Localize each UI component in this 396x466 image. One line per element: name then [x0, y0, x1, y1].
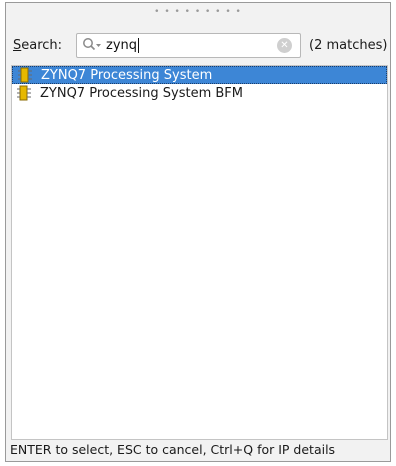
match-count: (2 matches): [309, 37, 388, 53]
status-bar: ENTER to select, ESC to cancel, Ctrl+Q f…: [6, 437, 390, 461]
search-input[interactable]: zynq ✕: [76, 32, 301, 58]
drag-handle[interactable]: • • • • • • • • •: [6, 7, 390, 17]
result-label: ZYNQ7 Processing System BFM: [40, 85, 243, 101]
results-list[interactable]: ZYNQ7 Processing System ZYNQ7 Processing…: [11, 65, 388, 440]
result-label: ZYNQ7 Processing System: [41, 67, 213, 83]
search-label-text: earch:: [21, 37, 63, 53]
status-text: ENTER to select, ESC to cancel, Ctrl+Q f…: [10, 441, 336, 457]
search-icon[interactable]: [82, 36, 102, 54]
ip-catalog-popup: • • • • • • • • • Search: zynq ✕ (2 matc…: [5, 2, 391, 462]
result-item[interactable]: ZYNQ7 Processing System BFM: [12, 84, 387, 102]
clear-icon[interactable]: ✕: [277, 37, 292, 53]
ip-core-icon: [16, 85, 34, 101]
search-value[interactable]: zynq: [106, 38, 137, 53]
text-caret: [138, 37, 140, 53]
search-row: Search: zynq ✕ (2 matches): [6, 31, 390, 59]
ip-core-icon: [17, 67, 35, 83]
result-item[interactable]: ZYNQ7 Processing System: [12, 66, 387, 84]
search-label: Search:: [13, 38, 76, 53]
